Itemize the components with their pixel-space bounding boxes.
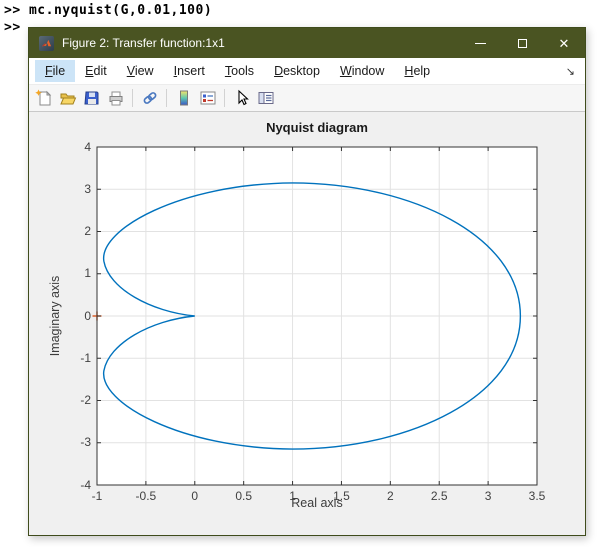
menu-help[interactable]: Help [394, 60, 440, 82]
x-tick-label: 1 [289, 489, 296, 503]
y-tick-label: -2 [80, 393, 91, 407]
y-tick-label: -3 [80, 435, 91, 450]
nyquist-plot [92, 146, 538, 486]
save-figure-button[interactable] [81, 87, 102, 109]
toolbar-separator [166, 89, 167, 107]
matlab-logo-icon [39, 35, 54, 51]
link-plot-button[interactable] [139, 87, 160, 109]
x-tick-label: 3.5 [528, 489, 546, 503]
y-tick-label: 0 [84, 308, 91, 323]
x-tick-label: 0 [191, 489, 199, 503]
x-tick-label: 2.5 [430, 489, 448, 503]
menu-edit[interactable]: Edit [75, 60, 117, 82]
y-tick-label: 4 [84, 139, 91, 154]
command-prompt[interactable]: >> [4, 20, 21, 35]
x-tick-label: 0.5 [235, 489, 252, 503]
x-tick-label: 3 [484, 489, 492, 503]
x-tick-label: 1.5 [333, 489, 350, 503]
minimize-icon [474, 42, 486, 44]
menu-file[interactable]: File [35, 60, 76, 82]
menu-window[interactable]: Window [330, 60, 394, 82]
y-tick-label: 1 [84, 266, 91, 281]
menu-desktop[interactable]: Desktop [264, 60, 330, 82]
command-prompt-line: >> mc.nyquist(G,0.01,100) [4, 3, 213, 18]
dock-figure-icon[interactable]: ↘ [566, 65, 575, 78]
close-button[interactable]: ✕ [543, 28, 585, 58]
property-inspector-button[interactable] [255, 87, 276, 109]
titlebar[interactable]: Figure 2: Transfer function:1x1 ✕ [29, 28, 585, 58]
maximize-icon [517, 38, 527, 48]
new-figure-button[interactable] [33, 87, 54, 109]
close-icon: ✕ [558, 35, 570, 51]
chart-title: Nyquist diagram [266, 120, 368, 135]
y-tick-label: 2 [84, 224, 91, 238]
y-tick-label: 3 [84, 181, 91, 196]
minimize-button[interactable] [459, 28, 501, 58]
menu-insert[interactable]: Insert [164, 60, 215, 82]
maximize-button[interactable] [501, 28, 543, 58]
x-tick-label: 2 [386, 489, 394, 503]
toolbar-separator [224, 89, 225, 107]
y-tick-label: -1 [80, 350, 91, 365]
y-tick-label: -4 [80, 477, 91, 492]
x-tick-label: -0.5 [135, 489, 157, 503]
figure-canvas: Nyquist diagram Real axis Imaginary axis… [29, 112, 585, 535]
open-file-button[interactable] [57, 87, 78, 109]
menubar: File Edit View Insert Tools Desktop Window Help… [29, 58, 585, 85]
menu-tools[interactable]: Tools [215, 60, 264, 82]
window-title: Figure 2: Transfer function:1x1 [62, 36, 225, 50]
figure-toolbar [29, 85, 585, 112]
menu-view[interactable]: View [117, 60, 164, 82]
edit-plot-arrow-button[interactable] [231, 87, 252, 109]
print-figure-button[interactable] [105, 87, 126, 109]
insert-colorbar-button[interactable] [173, 87, 194, 109]
toolbar-separator [132, 89, 133, 107]
figure-window: Figure 2: Transfer function:1x1 ✕ File Ed… [28, 27, 586, 536]
insert-legend-button[interactable] [197, 87, 218, 109]
y-axis-label: Imaginary axis [48, 275, 62, 357]
